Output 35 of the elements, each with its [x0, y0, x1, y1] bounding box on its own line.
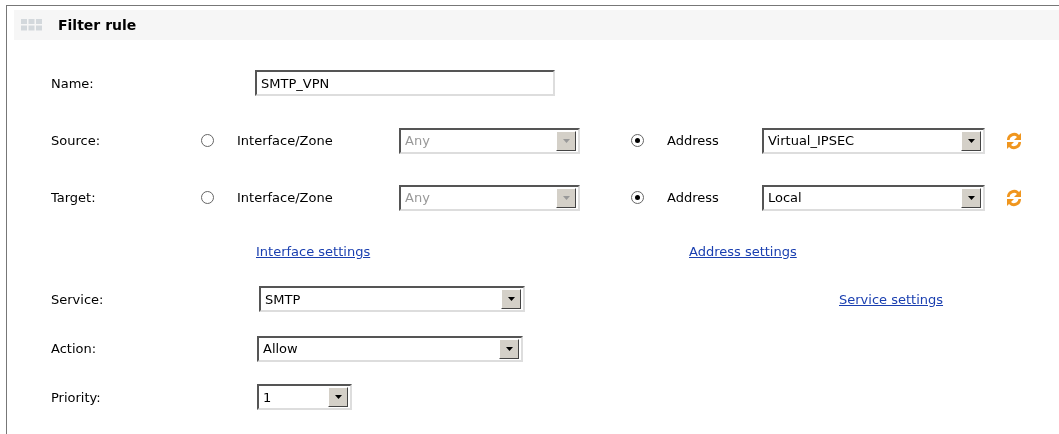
caret-icon — [505, 346, 513, 351]
dropdown-button[interactable] — [961, 130, 981, 151]
address-settings-link[interactable]: Address settings — [689, 243, 797, 259]
field-label: Service: — [51, 291, 105, 307]
caret-icon — [334, 395, 342, 399]
name-input-field[interactable]: SMTP_VPN — [255, 70, 555, 96]
caret-icon — [967, 138, 975, 143]
service-settings-link[interactable]: Service settings — [839, 291, 944, 307]
dropdown-button[interactable] — [501, 289, 521, 309]
field-label: Action: — [51, 341, 98, 356]
field-label: Priority: — [51, 389, 102, 405]
radio-button[interactable] — [631, 191, 644, 204]
field-label: Source: — [51, 133, 102, 148]
caret-icon — [967, 195, 975, 200]
radio-label: Interface/Zone — [237, 133, 334, 148]
field-label: Target: — [51, 190, 97, 205]
caret-icon — [562, 138, 570, 143]
caret-icon — [507, 297, 515, 301]
dropdown-field[interactable]: Virtual_IPSEC — [762, 127, 985, 154]
dropdown-field[interactable]: SMTP — [259, 286, 525, 312]
radio-label: Interface/Zone — [237, 190, 334, 205]
radio-label: Address — [667, 133, 720, 148]
grip-icon — [21, 19, 43, 31]
radio-button[interactable] — [631, 134, 644, 147]
dropdown-button[interactable] — [961, 187, 981, 208]
field-label: Name: — [51, 75, 95, 91]
caret-icon — [562, 195, 570, 200]
panel-title: Filter rule — [58, 17, 137, 33]
dropdown-field[interactable]: Allow — [257, 335, 523, 362]
radio-label: Address — [667, 190, 720, 205]
dropdown-button[interactable] — [499, 338, 519, 359]
interface-settings-link[interactable]: Interface settings — [256, 243, 371, 259]
dropdown-field[interactable]: Local — [762, 184, 985, 211]
dropdown-field[interactable]: 1 — [257, 384, 352, 410]
dropdown-button[interactable] — [328, 387, 348, 407]
